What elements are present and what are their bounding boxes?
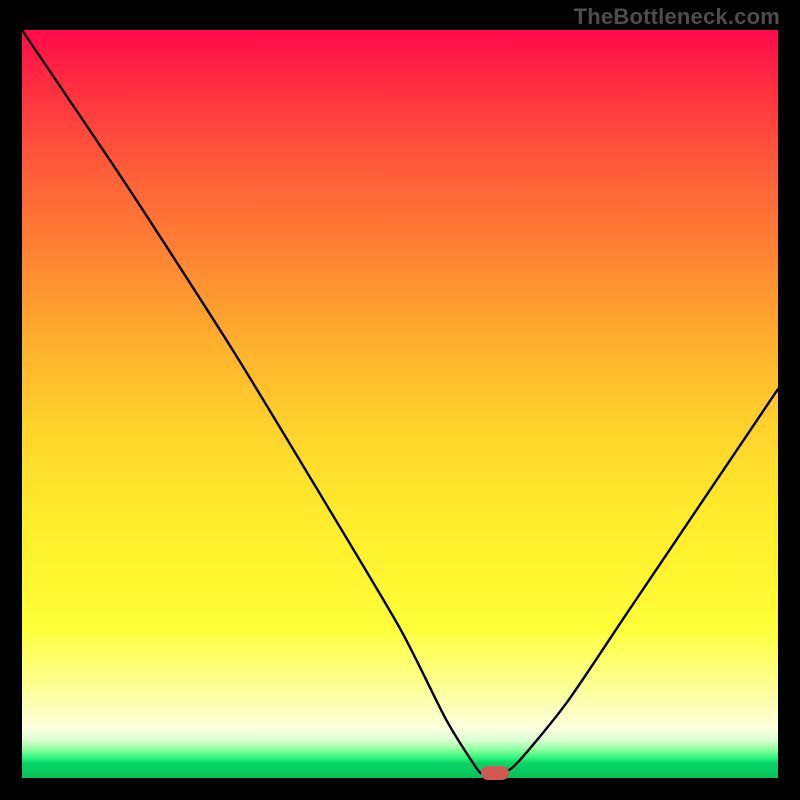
min-marker bbox=[481, 766, 509, 780]
bottleneck-curve-path bbox=[22, 30, 778, 775]
plot-area bbox=[22, 30, 778, 778]
chart-container: TheBottleneck.com bbox=[0, 0, 800, 800]
curve-svg bbox=[22, 30, 778, 778]
watermark-text: TheBottleneck.com bbox=[574, 4, 780, 30]
